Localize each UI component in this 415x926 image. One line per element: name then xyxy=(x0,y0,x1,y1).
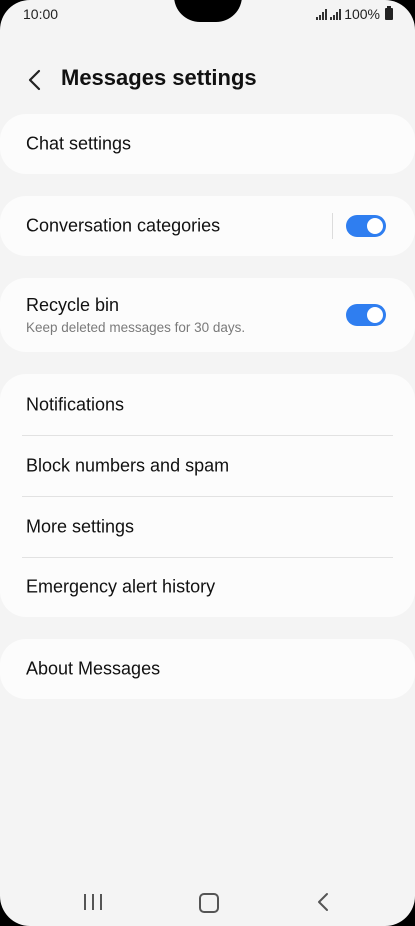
page-title: Messages settings xyxy=(61,65,257,90)
app-bar: Messages settings xyxy=(0,50,415,110)
recycle-bin-subtitle: Keep deleted messages for 30 days. xyxy=(26,320,246,335)
camera-notch xyxy=(174,0,242,22)
phone-screen: 10:00 100% Messages settings Chat settin… xyxy=(0,0,415,926)
emergency-alert-history-label: Emergency alert history xyxy=(26,576,216,597)
back-icon[interactable] xyxy=(316,892,330,912)
conversation-categories-toggle[interactable] xyxy=(346,215,386,237)
status-indicators: 100% xyxy=(316,6,393,22)
block-numbers-item[interactable]: Block numbers and spam xyxy=(0,435,415,496)
row-divider xyxy=(22,435,393,436)
chat-settings-card: Chat settings xyxy=(0,114,415,174)
status-bar: 10:00 100% xyxy=(0,0,415,28)
recycle-bin-toggle[interactable] xyxy=(346,304,386,326)
conversation-categories-card: Conversation categories xyxy=(0,196,415,256)
recycle-bin-label: Recycle bin xyxy=(26,295,120,315)
vertical-divider xyxy=(332,213,333,239)
recent-apps-icon[interactable] xyxy=(84,894,102,910)
settings-group-card: Notifications Block numbers and spam Mor… xyxy=(0,374,415,617)
about-messages-card: About Messages xyxy=(0,639,415,699)
signal-icon xyxy=(330,8,342,20)
conversation-categories-item[interactable]: Conversation categories xyxy=(0,196,415,256)
recycle-bin-item[interactable]: Recycle bin Keep deleted messages for 30… xyxy=(0,278,415,352)
back-arrow-icon[interactable] xyxy=(24,68,46,92)
more-settings-label: More settings xyxy=(26,516,135,536)
row-divider xyxy=(22,557,393,558)
toggle-knob xyxy=(365,216,385,236)
home-icon[interactable] xyxy=(199,893,219,913)
notifications-label: Notifications xyxy=(26,394,125,414)
about-messages-label: About Messages xyxy=(26,658,161,679)
signal-icon xyxy=(316,8,328,20)
navigation-bar xyxy=(0,872,415,926)
battery-percentage: 100% xyxy=(344,6,380,22)
emergency-alert-history-item[interactable]: Emergency alert history xyxy=(0,557,415,617)
chat-settings-label: Chat settings xyxy=(26,133,132,154)
toggle-knob xyxy=(365,305,385,325)
about-messages-item[interactable]: About Messages xyxy=(0,639,415,699)
recycle-bin-card: Recycle bin Keep deleted messages for 30… xyxy=(0,278,415,352)
more-settings-item[interactable]: More settings xyxy=(0,496,415,557)
status-time: 10:00 xyxy=(23,6,59,22)
battery-icon xyxy=(385,6,393,20)
row-divider xyxy=(22,496,393,497)
conversation-categories-label: Conversation categories xyxy=(26,215,221,236)
notifications-item[interactable]: Notifications xyxy=(0,374,415,435)
chat-settings-item[interactable]: Chat settings xyxy=(0,114,415,174)
block-numbers-label: Block numbers and spam xyxy=(26,455,230,475)
